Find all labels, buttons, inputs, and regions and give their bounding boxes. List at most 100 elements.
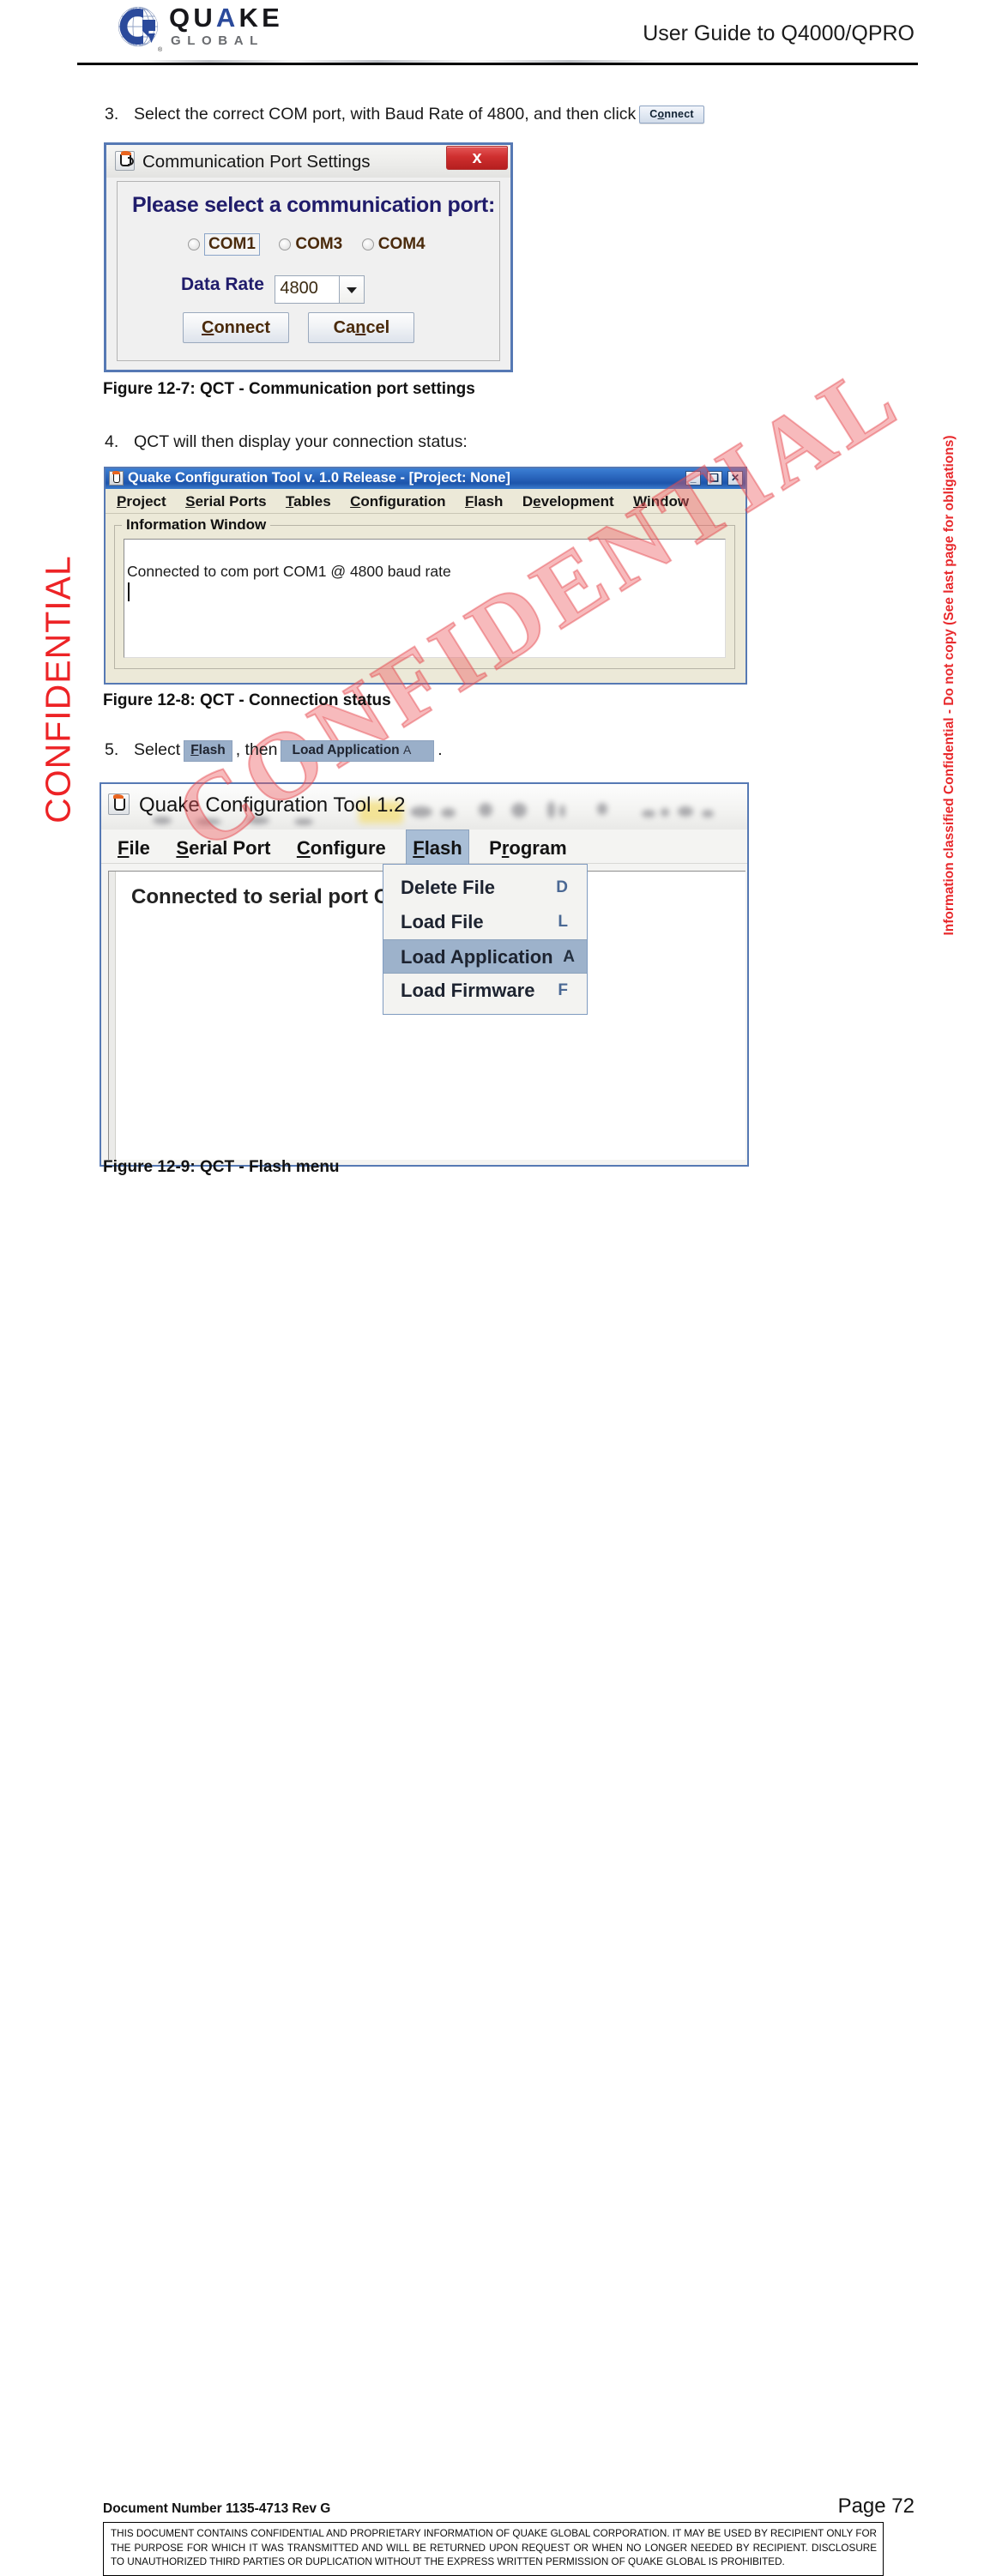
right-confidential-notice: Information classified Confidential - Do… (942, 435, 957, 936)
legal-notice-box: THIS DOCUMENT CONTAINS CONFIDENTIAL AND … (103, 2522, 884, 2576)
menu-flash[interactable]: Flash (461, 489, 507, 510)
information-window-title: Information Window (122, 516, 271, 534)
chevron-down-icon[interactable] (340, 275, 365, 305)
logo-wordmark: QUAKE (169, 3, 283, 33)
logo-subtitle: GLOBAL (171, 33, 264, 48)
globe-icon (118, 7, 158, 46)
java-coffee-cup-icon (115, 151, 135, 171)
data-rate-value[interactable]: 4800 (275, 275, 341, 305)
information-log-textarea[interactable]: Connected to com port COM1 @ 4800 baud r… (124, 539, 726, 658)
data-rate-label: Data Rate (181, 274, 264, 294)
step-3-text: Select the correct COM port, with Baud R… (134, 105, 637, 124)
step-5-text-middle: , then (235, 740, 278, 759)
radio-com4-label: COM4 (377, 235, 426, 253)
text-caret (128, 582, 130, 601)
radio-button-icon (188, 238, 200, 250)
menu-project[interactable]: Project (112, 489, 171, 510)
dialog-content-panel: Please select a communication port: COM1… (117, 181, 500, 361)
logo-trademark: ® (158, 47, 163, 53)
java-steam-icon (121, 151, 131, 155)
close-icon[interactable]: x (446, 146, 508, 170)
cancel-button[interactable]: Cancel (308, 312, 415, 343)
quake-global-logo: QUAKE GLOBAL ® (118, 3, 303, 54)
figure-12-9-caption: Figure 12-9: QCT - Flash menu (103, 1158, 340, 1176)
menu-item-load-application[interactable]: Load Application A (383, 939, 587, 974)
logo-accent-dot: A (215, 3, 239, 33)
connect-button[interactable]: Connect (183, 312, 289, 343)
step-4: 4. QCT will then display your connection … (105, 432, 468, 452)
screenshot-communication-port-settings: Communication Port Settings x Please sel… (104, 142, 513, 372)
radio-button-icon (361, 238, 374, 250)
left-confidential-mark: CONFIDENTIAL (38, 555, 78, 823)
connection-status-text: Connected to serial port C (131, 885, 389, 908)
menu-configuration[interactable]: Configuration (346, 489, 450, 510)
close-button[interactable]: ✕ (727, 471, 743, 486)
page-header: QUAKE GLOBAL ® User Guide to Q4000/QPRO (0, 0, 996, 79)
dialog-title-bar: Communication Port Settings x (106, 145, 510, 178)
menu-top-padding (383, 865, 587, 871)
radio-com1-label: COM1 (204, 233, 260, 256)
radio-com4[interactable]: COM4 (361, 235, 426, 254)
figure-12-7-caption: Figure 12-7: QCT - Communication port se… (103, 380, 475, 398)
step-4-text: QCT will then display your connection st… (134, 432, 468, 451)
page-title: User Guide to Q4000/QPRO (643, 21, 915, 45)
window-title: Quake Configuration Tool v. 1.0 Release … (128, 470, 510, 486)
radio-button-icon (279, 238, 292, 250)
step-5-text-before: Select (134, 740, 181, 759)
minimize-button[interactable]: _ (685, 471, 702, 486)
step-3-number: 3. (105, 105, 119, 124)
inline-load-application-menu-image[interactable]: Load Application A (281, 740, 435, 763)
information-window-group: Information Window Connected to com port… (114, 516, 735, 669)
menu-window[interactable]: Window (629, 489, 693, 510)
legal-notice-text: THIS DOCUMENT CONTAINS CONFIDENTIAL AND … (111, 2528, 877, 2568)
maximize-button[interactable]: ❑ (706, 471, 722, 486)
menu-accelerator: F (558, 981, 568, 999)
dialog-button-row: Connect Cancel (183, 312, 430, 343)
document-page: CONFIDENTIAL Information classified Conf… (0, 0, 996, 2576)
page-number: Page 72 (837, 2495, 915, 2518)
document-number: Document Number 1135-4713 Rev G (103, 2501, 331, 2516)
step-5-text-after: . (438, 740, 443, 759)
flash-dropdown-menu: Delete File D Load File L Load Application… (383, 864, 588, 1015)
step-4-number: 4. (105, 432, 119, 451)
menu-item-delete-file[interactable]: Delete File D (383, 871, 587, 905)
menu-accelerator: A (563, 948, 575, 966)
menu-accelerator: D (556, 878, 568, 896)
step-3: 3. Select the correct COM port, with Baud… (105, 105, 708, 124)
menu-accelerator: L (558, 913, 568, 931)
step-5-number: 5. (105, 740, 119, 759)
radio-com3[interactable]: COM3 (279, 235, 342, 254)
dialog-title: Communication Port Settings (142, 152, 371, 172)
data-rate-combobox[interactable]: 4800 (275, 275, 365, 305)
menu-flash[interactable]: Flash (406, 830, 469, 864)
menu-configure[interactable]: Configure (291, 830, 392, 860)
data-rate-row: Data Rate 4800 (181, 274, 365, 305)
java-coffee-cup-icon (108, 793, 130, 815)
screenshot-qct-connection-status: Quake Configuration Tool v. 1.0 Release … (104, 467, 747, 685)
menu-serial-ports[interactable]: Serial Ports (181, 489, 271, 510)
menu-serial-port[interactable]: Serial Port (170, 830, 276, 860)
screenshot-qct-flash-menu: Quake Configuration Tool 1.2 File Serial… (100, 782, 749, 1167)
java-coffee-cup-icon (109, 471, 124, 486)
radio-com3-label: COM3 (295, 235, 343, 253)
window-title-bar: Quake Configuration Tool 1.2 (101, 784, 747, 830)
menu-bar: Project Serial Ports Tables Configuratio… (106, 489, 745, 514)
window-title-bar: Quake Configuration Tool v. 1.0 Release … (106, 468, 745, 489)
menu-file[interactable]: File (112, 830, 156, 860)
menu-item-load-firmware[interactable]: Load Firmware F (383, 974, 587, 1008)
window-title: Quake Configuration Tool 1.2 (139, 793, 406, 817)
window-controls: _ ❑ ✕ (684, 471, 743, 486)
dialog-heading: Please select a communication port: (132, 193, 495, 217)
com-port-radio-group: COM1 COM3 COM4 (188, 233, 441, 256)
inline-connect-button-image[interactable]: Connect (639, 106, 704, 124)
header-rule (77, 63, 918, 65)
menu-item-load-file[interactable]: Load File L (383, 905, 587, 939)
window-body: Information Window Connected to com port… (106, 514, 745, 683)
menu-development[interactable]: Development (518, 489, 619, 510)
radio-com1[interactable]: COM1 (188, 233, 260, 256)
inline-flash-menu-image[interactable]: Flash (184, 740, 232, 763)
log-line: Connected to com port COM1 @ 4800 baud r… (127, 563, 451, 580)
menu-tables[interactable]: Tables (281, 489, 335, 510)
menu-program[interactable]: Program (483, 830, 573, 860)
figure-12-8-caption: Figure 12-8: QCT - Connection status (103, 691, 391, 709)
